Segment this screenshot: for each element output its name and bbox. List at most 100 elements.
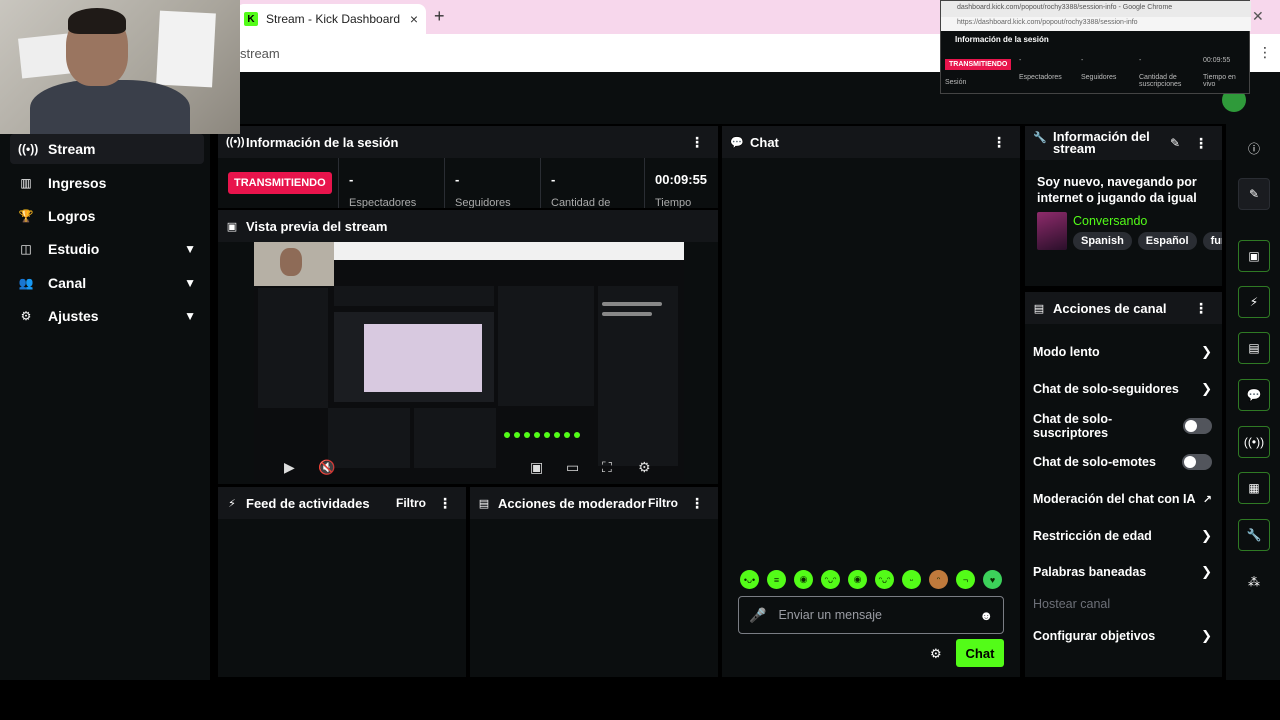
- subscribers-only-toggle[interactable]: [1182, 418, 1212, 434]
- chevron-right-icon: ❯: [1201, 564, 1212, 579]
- tag-pill[interactable]: Español: [1137, 232, 1197, 250]
- preview-emote: [564, 432, 570, 438]
- webcam-overlay: [0, 0, 240, 134]
- preview-sidebar: [258, 288, 328, 408]
- action-banned-words[interactable]: Palabras baneadas ❯: [1033, 562, 1212, 582]
- edit-pencil-icon[interactable]: ✎: [1170, 136, 1180, 150]
- action-configure-goals[interactable]: Configurar objetivos ❯: [1033, 626, 1212, 646]
- preview-emote: [524, 432, 530, 438]
- new-tab-button[interactable]: +: [434, 6, 445, 27]
- emote-icon[interactable]: ◉: [794, 570, 813, 589]
- emote-icon[interactable]: ◉: [848, 570, 867, 589]
- session-stats: TRANSMITIENDO - Espectadores - Seguidores …: [218, 158, 718, 208]
- settings-gear-icon[interactable]: ⚙: [638, 459, 651, 476]
- emote-icon[interactable]: ᵔᴗᵔ: [821, 570, 840, 589]
- action-age-restriction[interactable]: Restricción de edad ❯: [1033, 526, 1212, 546]
- preview-text: [602, 302, 662, 306]
- panel-title: Chat: [750, 134, 779, 150]
- filter-button[interactable]: Filtro: [396, 496, 426, 510]
- kebab-menu-icon[interactable]: ⋮: [1194, 135, 1208, 152]
- pip-icon[interactable]: ▣: [530, 459, 543, 476]
- wrench-icon[interactable]: 🔧: [1238, 519, 1270, 551]
- session-info-popout: dashboard.kick.com/popout/rochy3388/sess…: [940, 0, 1251, 94]
- activity-feed-panel: ⚡ Feed de actividades Filtro ⋮: [218, 487, 466, 677]
- tag-pill[interactable]: Spanish: [1073, 232, 1132, 250]
- preview-mod: [414, 408, 496, 468]
- emote-icon[interactable]: ¬: [956, 570, 975, 589]
- mute-icon[interactable]: 🔇: [318, 459, 335, 476]
- popout-status-sub: Sesión: [945, 79, 967, 86]
- sidebar-nav: ((•)) Stream ▥ Ingresos 🏆 Logros ◫ Estud…: [0, 124, 210, 680]
- chat-message-input[interactable]: 🎤 Enviar un mensaje ☻: [738, 596, 1004, 634]
- sidebar-item-ingresos[interactable]: ▥ Ingresos: [10, 168, 204, 198]
- tag-pill[interactable]: fur: [1202, 232, 1222, 250]
- broadcast-icon[interactable]: ((•)): [1238, 426, 1270, 458]
- trophy-icon: 🏆: [18, 209, 34, 223]
- document-icon[interactable]: ▤: [1238, 332, 1270, 364]
- chat-placeholder: Enviar un mensaje: [778, 608, 882, 622]
- browser-menu-icon[interactable]: ⋮: [1258, 44, 1272, 61]
- preview-emote: [504, 432, 510, 438]
- emote-icon[interactable]: ♥: [983, 570, 1002, 589]
- kebab-menu-icon[interactable]: ⋮: [690, 495, 704, 512]
- person-body: [30, 80, 190, 134]
- panel-header: ((•)) Información de la sesión ⋮: [218, 126, 718, 158]
- action-slow-mode[interactable]: Modo lento ❯: [1033, 342, 1212, 362]
- window-close-icon[interactable]: ✕: [1252, 8, 1264, 25]
- video-panel-icon[interactable]: ▦: [1238, 472, 1270, 504]
- bolt-icon[interactable]: ⚡: [1238, 286, 1270, 318]
- sidebar-item-logros[interactable]: 🏆 Logros: [10, 201, 204, 231]
- theater-icon[interactable]: ▭: [566, 459, 579, 476]
- panel-header: 💬 Chat ⋮: [722, 126, 1020, 158]
- chevron-right-icon: ❯: [1201, 344, 1212, 359]
- panel-header: ▤ Acciones de moderador Filtro ⋮: [470, 487, 718, 519]
- info-icon[interactable]: ⓘ: [1238, 132, 1270, 164]
- tab-close-icon[interactable]: ×: [410, 11, 418, 27]
- sidebar-item-label: Canal: [48, 275, 87, 291]
- popout-live-badge: TRANSMITIENDO: [945, 59, 1012, 70]
- popout-title: dashboard.kick.com/popout/rochy3388/sess…: [941, 1, 1251, 17]
- fullscreen-icon[interactable]: ⛶: [602, 459, 612, 476]
- stat-cell: 00:09:55 Tiempo: [644, 158, 718, 208]
- emote-icon[interactable]: ᵔᴗᵔ: [875, 570, 894, 589]
- action-emotes-only[interactable]: Chat de solo-emotes: [1033, 452, 1212, 472]
- emote-icon[interactable]: •ᴗ•: [740, 570, 759, 589]
- stream-tags: Spanish Español fur: [1073, 232, 1222, 250]
- kebab-menu-icon[interactable]: ⋮: [1194, 300, 1208, 317]
- emote-icon[interactable]: ᵕ: [902, 570, 921, 589]
- kebab-menu-icon[interactable]: ⋮: [438, 495, 452, 512]
- chat-bubble-icon[interactable]: 💬: [1238, 379, 1270, 411]
- url-text: stream: [240, 46, 280, 61]
- browser-tab[interactable]: K Stream - Kick Dashboard ×: [236, 4, 426, 34]
- kebab-menu-icon[interactable]: ⋮: [690, 134, 704, 151]
- microphone-icon[interactable]: 🎤: [749, 607, 766, 624]
- panel-title: Información del stream: [1053, 129, 1150, 156]
- share-nodes-icon[interactable]: ⁂: [1238, 566, 1270, 598]
- sidebar-item-stream[interactable]: ((•)) Stream: [10, 134, 204, 164]
- action-host-channel: Hostear canal: [1033, 594, 1212, 614]
- emoji-picker-icon[interactable]: ☻: [979, 608, 993, 623]
- popout-cell: 00:09:55 Tiempo en vivo: [1203, 57, 1236, 88]
- stream-preview-video[interactable]: ▶ 🔇 ▣ ▭ ⛶ ⚙: [254, 242, 684, 482]
- sidebar-item-estudio[interactable]: ◫ Estudio ▼: [10, 234, 204, 264]
- popout-cell: - Espectadores: [1019, 57, 1062, 81]
- chat-send-button[interactable]: Chat: [956, 639, 1004, 667]
- sidebar-item-canal[interactable]: 👥 Canal ▼: [10, 268, 204, 298]
- action-followers-only[interactable]: Chat de solo-seguidores ❯: [1033, 379, 1212, 399]
- stream-category[interactable]: Conversando: [1073, 214, 1147, 228]
- action-subscribers-only[interactable]: Chat de solo-suscriptores: [1033, 412, 1212, 440]
- sidebar-item-ajustes[interactable]: ⚙ Ajustes ▼: [10, 301, 204, 331]
- action-ai-moderation[interactable]: Moderación del chat con IA ↗: [1033, 489, 1212, 509]
- emote-icon[interactable]: ᵔ: [929, 570, 948, 589]
- kebab-menu-icon[interactable]: ⋮: [992, 134, 1006, 151]
- emote-icon[interactable]: ≡: [767, 570, 786, 589]
- chevron-down-icon: ▼: [184, 276, 196, 290]
- emotes-only-toggle[interactable]: [1182, 454, 1212, 470]
- panel-title: Información de la sesión: [246, 134, 399, 150]
- play-icon[interactable]: ▶: [284, 459, 295, 476]
- chat-settings-gear-icon[interactable]: ⚙: [930, 646, 942, 662]
- edit-layout-icon[interactable]: ✎: [1238, 178, 1270, 210]
- screen-capture-icon[interactable]: ▣: [1238, 240, 1270, 272]
- sidebar-item-label: Ingresos: [48, 175, 107, 191]
- filter-button[interactable]: Filtro: [648, 496, 678, 510]
